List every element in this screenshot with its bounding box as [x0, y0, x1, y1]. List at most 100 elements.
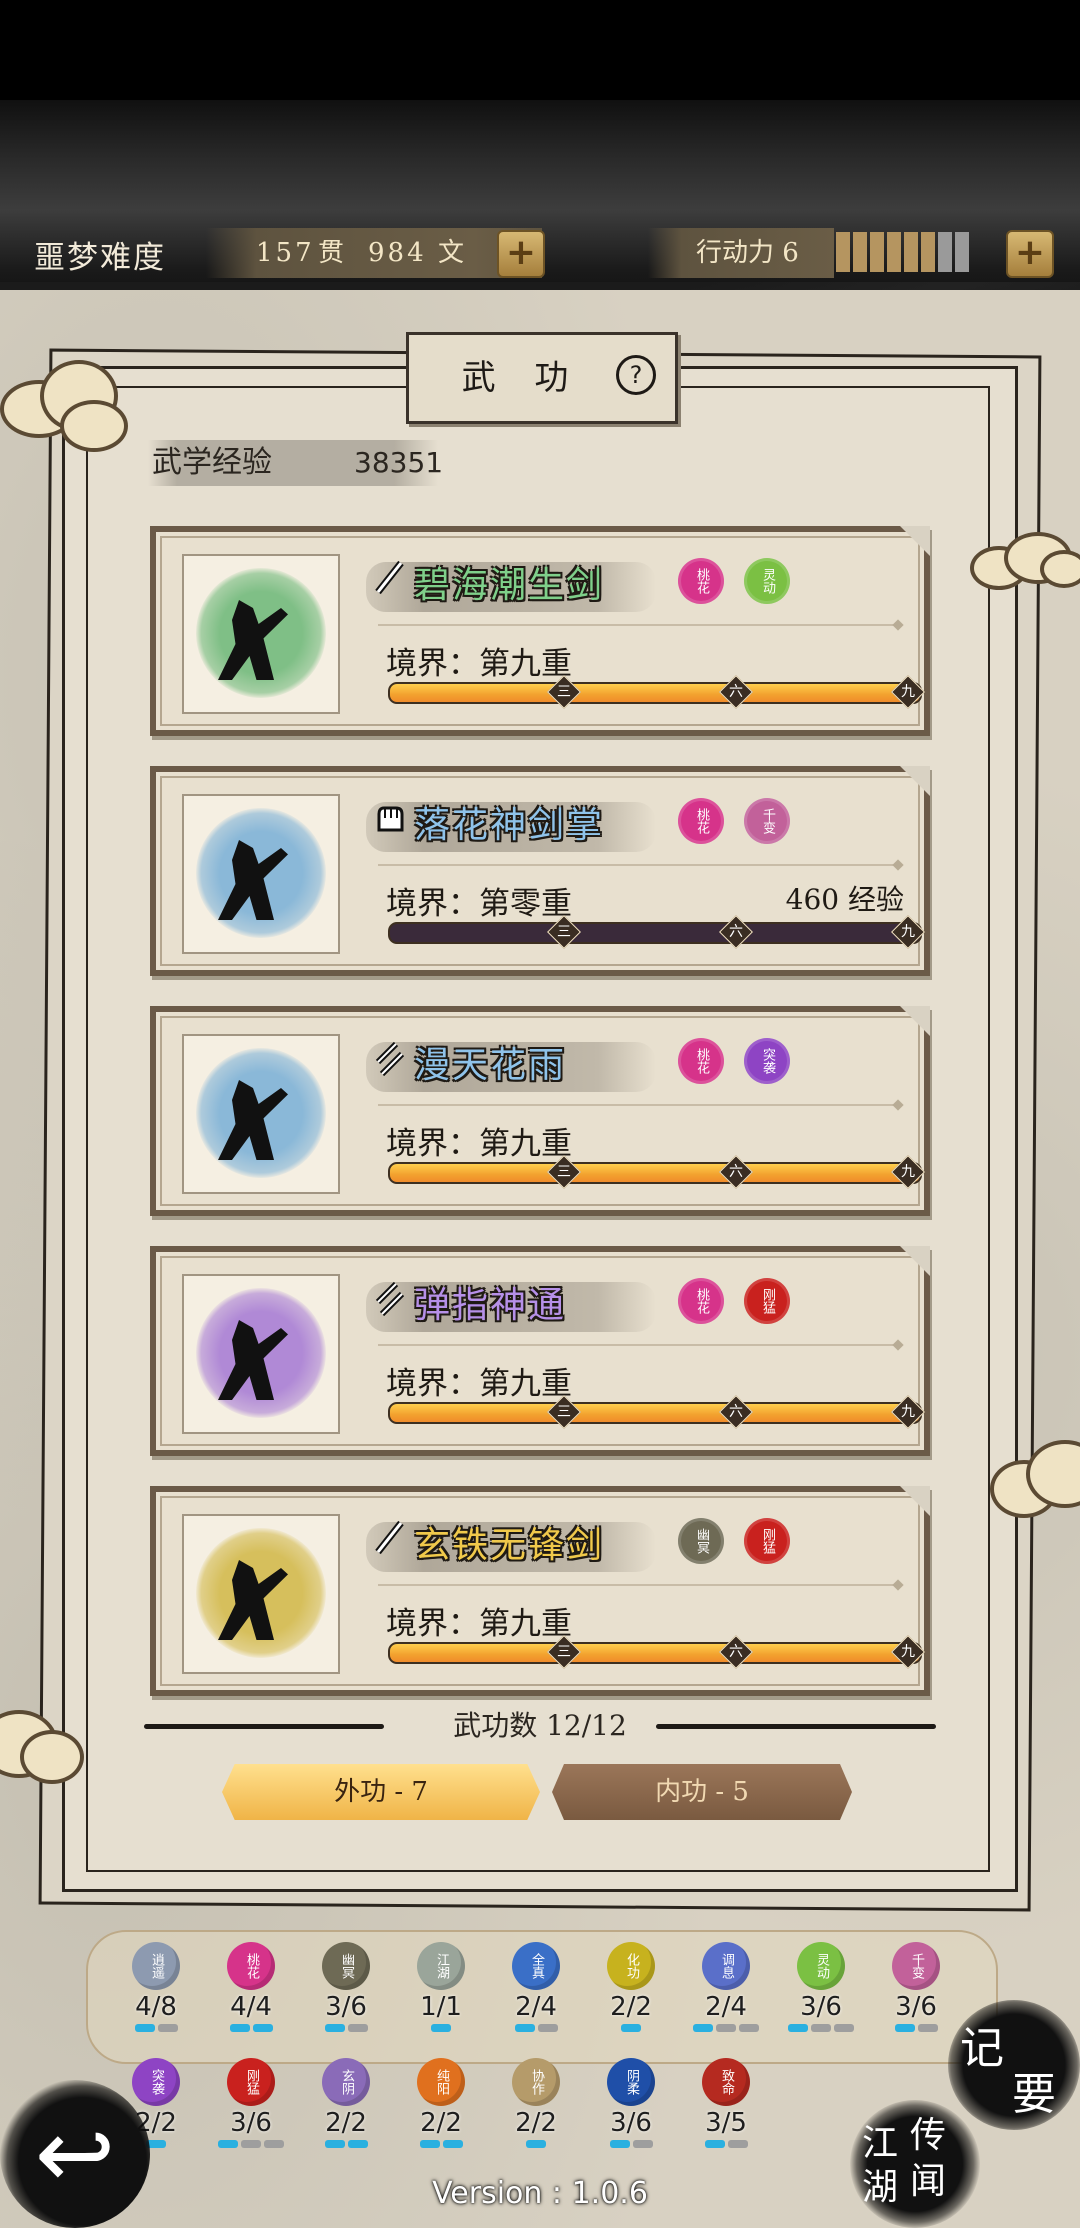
attribute-pip [431, 2024, 451, 2032]
attribute-orb-icon: 全真 [512, 1942, 560, 1990]
attribute-pip [834, 2024, 854, 2032]
attribute-item[interactable]: 刚猛 3/6 [206, 2058, 296, 2148]
card-folded-corner [900, 1006, 930, 1036]
attribute-pip [716, 2024, 736, 2032]
guan-unit: 贯 [318, 238, 348, 268]
attribute-item[interactable]: 调息 2/4 [681, 1942, 771, 2032]
attribute-item[interactable]: 纯阳 2/2 [396, 2058, 486, 2148]
attribute-pip [788, 2024, 808, 2032]
skill-exp-needed: 460 经验 [785, 883, 904, 916]
martial-exp-value: 38351 [354, 446, 444, 479]
attribute-item[interactable]: 江湖 1/1 [396, 1942, 486, 2032]
skill-card[interactable]: 玄铁无锋剑 幽冥 刚猛 境界：第九重三六九 [150, 1486, 930, 1696]
notes-char: 要 [1012, 2069, 1056, 2120]
attribute-item[interactable]: 致命 3/5 [681, 2058, 771, 2148]
skill-count-row: 武功数 12/12 [144, 1704, 936, 1744]
attribute-item[interactable]: 幽冥 3/6 [301, 1942, 391, 2032]
energy-segment [904, 232, 918, 272]
trait-badge-label: 桃花 [694, 1288, 709, 1314]
attribute-item[interactable]: 玄阴 2/2 [301, 2058, 391, 2148]
skill-realm: 境界：第九重 [386, 1126, 572, 1162]
trait-badge[interactable]: 千变 [744, 798, 790, 844]
attribute-item[interactable]: 协作 2/2 [491, 2058, 581, 2148]
darts-icon [374, 1040, 405, 1077]
guan-value: 157 [256, 238, 315, 268]
attribute-ratio: 2/4 [515, 1992, 557, 2022]
attribute-item[interactable]: 化功 2/2 [586, 1942, 676, 2032]
attribute-ratio: 3/6 [800, 1992, 842, 2022]
trait-badge[interactable]: 刚猛 [744, 1278, 790, 1324]
trait-badge-label: 幽冥 [694, 1528, 709, 1554]
attribute-ratio: 1/1 [420, 1992, 462, 2022]
trait-badge-label: 桃花 [694, 808, 709, 834]
attribute-item[interactable]: 全真 2/4 [491, 1942, 581, 2032]
skill-progress-bar: 三六九 [388, 1395, 925, 1429]
trait-badge[interactable]: 幽冥 [678, 1518, 724, 1564]
attribute-pip [252, 2024, 273, 2032]
attribute-item[interactable]: 桃花 4/4 [206, 1942, 296, 2032]
attribute-pip [218, 2140, 238, 2148]
skill-card[interactable]: 漫天花雨 桃花 突袭 境界：第九重三六九 [150, 1006, 930, 1216]
trait-badge[interactable]: 桃花 [678, 1038, 724, 1084]
trait-badge[interactable]: 灵动 [744, 558, 790, 604]
attribute-pips [396, 2024, 486, 2032]
attribute-pip [229, 2024, 250, 2032]
tab-internal-skills[interactable]: 内功 - 5 [552, 1764, 852, 1820]
energy-display: 行动力 6 [648, 228, 834, 278]
trait-badge[interactable]: 桃花 [678, 798, 724, 844]
attribute-orb-icon: 刚猛 [227, 2058, 275, 2106]
add-energy-button[interactable]: + [1006, 230, 1054, 278]
trait-badge[interactable]: 桃花 [678, 558, 724, 604]
trait-badge-label: 突袭 [760, 1048, 775, 1074]
attribute-orb-icon: 调息 [702, 1942, 750, 1990]
attribute-item[interactable]: 千变 3/6 [871, 1942, 961, 2032]
attribute-ratio: 2/2 [420, 2108, 462, 2138]
attribute-pips [111, 2024, 201, 2032]
skill-portrait [182, 1514, 340, 1674]
energy-segment [870, 232, 884, 272]
darts-icon [374, 1280, 405, 1317]
skill-card[interactable]: 碧海潮生剑 桃花 灵动 境界：第九重三六九 [150, 526, 930, 736]
attribute-pip [917, 2024, 938, 2032]
notes-char: 记 [960, 2023, 1004, 2074]
cloud-ornament [960, 530, 1080, 590]
help-icon[interactable]: ? [616, 355, 656, 395]
energy-segment [836, 232, 850, 272]
trait-badge[interactable]: 刚猛 [744, 1518, 790, 1564]
tab-external-skills[interactable]: 外功 - 7 [222, 1764, 540, 1820]
skill-card[interactable]: 弹指神通 桃花 刚猛 境界：第九重三六九 [150, 1246, 930, 1456]
add-money-button[interactable]: + [497, 230, 545, 278]
skill-progress-bar: 三六九 [388, 675, 925, 709]
attribute-ratio: 2/2 [610, 1992, 652, 2022]
attribute-item[interactable]: 阴柔 3/6 [586, 2058, 676, 2148]
skill-progress-bar: 三六九 [388, 1635, 925, 1669]
sword-icon [374, 1520, 404, 1556]
trait-badge-label: 刚猛 [760, 1288, 775, 1314]
attribute-orb-icon: 灵动 [797, 1942, 845, 1990]
attribute-pip [537, 2024, 558, 2032]
energy-segment [955, 232, 969, 272]
card-divider [378, 624, 898, 626]
notes-button[interactable]: 记 要 [948, 2000, 1080, 2130]
attribute-pip [157, 2024, 178, 2032]
attribute-orb-icon: 纯阳 [417, 2058, 465, 2106]
attribute-pip [727, 2140, 748, 2148]
skill-name: 碧海潮生剑 [414, 565, 605, 606]
attribute-orb-icon: 阴柔 [607, 2058, 655, 2106]
attribute-pip [526, 2140, 546, 2148]
cloud-ornament [0, 1700, 84, 1784]
trait-badge[interactable]: 桃花 [678, 1278, 724, 1324]
skill-progress-bar: 三六九 [388, 1155, 925, 1189]
attribute-pip [347, 2140, 368, 2148]
energy-segment [887, 232, 901, 272]
attribute-pip [347, 2024, 368, 2032]
trait-badge-label: 桃花 [694, 568, 709, 594]
trait-badge-label: 灵动 [760, 568, 775, 594]
attribute-item[interactable]: 逍遥 4/8 [111, 1942, 201, 2032]
trait-badge-label: 千变 [760, 808, 775, 834]
skill-card[interactable]: 落花神剑掌 桃花 千变 境界：第零重 460 经验三六九 [150, 766, 930, 976]
attribute-pips [301, 2024, 391, 2032]
attribute-pip [324, 2024, 345, 2032]
trait-badge[interactable]: 突袭 [744, 1038, 790, 1084]
attribute-item[interactable]: 灵动 3/6 [776, 1942, 866, 2032]
